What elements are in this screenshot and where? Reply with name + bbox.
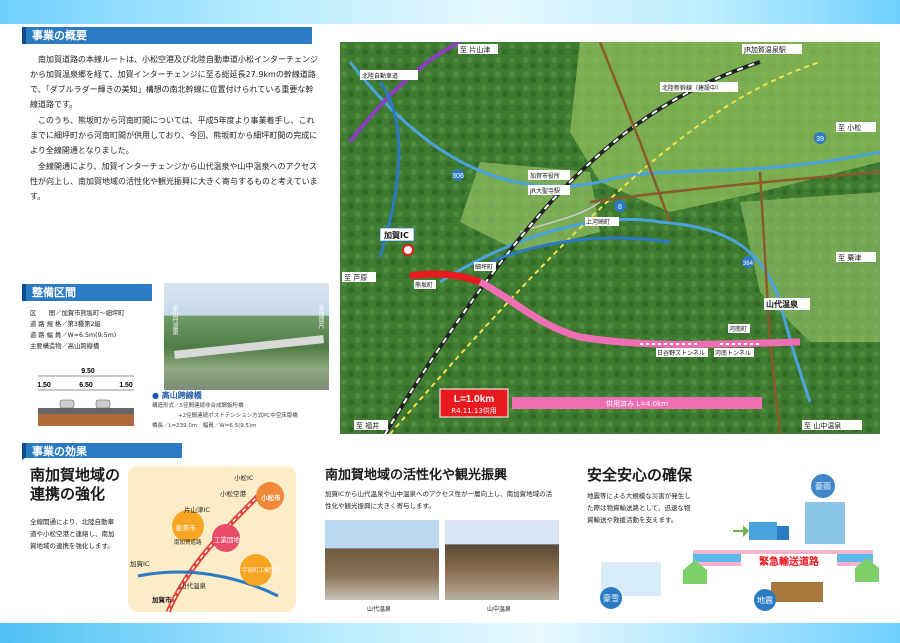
diag-label-kaga-ic: 加賀IC bbox=[130, 559, 150, 568]
existing-segment-label: 供用済み L=4.0km bbox=[606, 399, 668, 408]
label-kanan: 河南町 bbox=[729, 325, 747, 333]
dims-total: 9.50 bbox=[81, 368, 95, 375]
bridge-caption-title: ● 高山跨線橋 bbox=[152, 391, 202, 400]
spec-row: 道 路 規 格／第3種第2級 bbox=[30, 321, 101, 328]
yamanaka-photo bbox=[445, 520, 559, 600]
effect-panel-connectivity: 南加賀地域の 連携の強化 全線開通により、北陸自動車道や小松空港と連絡し、南加賀… bbox=[22, 458, 304, 618]
diag-label-nomi: 能美市 bbox=[176, 523, 196, 532]
route-map: 306 8 364 39 至 片山津 JR加賀温泉駅 北陸新幹線（建設中） 北陸… bbox=[340, 42, 880, 434]
new-segment-length: L=1.0km bbox=[454, 394, 494, 405]
diag-label-industrial: 工業団地 bbox=[214, 535, 241, 544]
emergency-route-label: 緊急輸送道路 bbox=[759, 555, 820, 568]
route-shield-39: 39 bbox=[816, 136, 824, 143]
diag-label-komatsu-ic: 小松IC bbox=[234, 473, 254, 482]
dims-left: 1.50 bbox=[37, 382, 51, 389]
label-heavy-rain-badge: 豪雨 bbox=[815, 481, 831, 491]
spec-row: 区 間／加賀市熊坂町～細坪町 bbox=[30, 310, 125, 317]
spec-row: 道 路 幅 員／W=6.5m(9.5m) bbox=[30, 332, 117, 339]
label-kaga-ic: 加賀IC bbox=[383, 230, 409, 240]
effect2-title: 南加賀地域の活性化や観光振興 bbox=[325, 468, 508, 483]
effect2-text: 加賀ICから山代温泉や山中温泉へのアクセス性が一層向上し、南加賀地域の活性化や観… bbox=[325, 490, 553, 510]
overview-paragraph-2: このうち、熊坂町から河南町間については、平成5年度より事業着手し、これまでに細坪… bbox=[30, 116, 318, 155]
label-tunnel-1: 日谷野ズトンネル bbox=[657, 349, 705, 357]
effect1-title: 南加賀地域の 連携の強化 bbox=[30, 466, 121, 503]
label-earthquake: 地震 bbox=[757, 595, 773, 605]
bridge-caption-line: 構造形式／5径間連続非合成鋼鈑桁橋 bbox=[152, 403, 244, 409]
label-jr-kaga-onsen: JR加賀温泉駅 bbox=[743, 45, 786, 54]
yamanaka-caption: 山中温泉 bbox=[487, 606, 512, 613]
overview-paragraph-1: 南加賀道路の本線ルートは、小松空港及び北陸自動車道小松インターチェンジから加賀温… bbox=[30, 55, 318, 109]
spec-list: 区 間／加賀市熊坂町～細坪町 道 路 規 格／第3種第2級 道 路 幅 員／W=… bbox=[30, 308, 124, 352]
spec-row: 主要構造物／高山跨線橋 bbox=[30, 343, 100, 350]
label-city-hall: 加賀市役所 bbox=[530, 172, 560, 180]
diag-label-utani-industrial: 宇谷町工業団地 bbox=[242, 566, 281, 574]
effect-panel-safety: 安全安心の確保 地震等による大規模な災害が発生した際は物資輸送路として、迅速な物… bbox=[575, 458, 880, 618]
effect3-illustration: 緊急輸送道路 豪雨 豪雨 豪雪 地震 bbox=[600, 474, 879, 611]
label-yamashiro-onsen: 山代温泉 bbox=[766, 299, 799, 309]
diag-label-komatsu-airport: 小松空港 bbox=[220, 489, 247, 498]
bottom-decoration bbox=[0, 623, 900, 643]
bridge-caption-line: +2径間連続ポストテンション方式PC中空床版橋 bbox=[178, 413, 298, 419]
label-heavy-snow: 豪雪 bbox=[603, 593, 619, 603]
label-hosotsubo: 細坪町 bbox=[475, 263, 493, 271]
yamashiro-photo bbox=[325, 520, 439, 600]
cross-section-diagram: 9.50 1.50 6.50 1.50 bbox=[30, 365, 142, 430]
section-heading: 整備区間 bbox=[22, 284, 152, 301]
dims-center: 6.50 bbox=[79, 382, 93, 389]
effect1-diagram: 小松IC 小松空港 小松市 片山津IC 加賀IC 加賀市 山代温泉 南加賀道路 … bbox=[128, 466, 296, 612]
overview-heading: 事業の概要 bbox=[22, 27, 312, 44]
label-katayamazu: 至 片山津 bbox=[460, 45, 490, 54]
diag-label-minamikaga-road: 南加賀道路 bbox=[174, 538, 202, 546]
label-hokuriku-shinkansen: 北陸新幹線（建設中） bbox=[662, 84, 722, 92]
yamashiro-caption: 山代温泉 bbox=[367, 606, 392, 613]
new-segment-date: R4.11.13供用 bbox=[451, 406, 497, 415]
label-expressway: 北陸自動車道 bbox=[362, 72, 398, 80]
photo-label-left: 至山代温泉 bbox=[171, 305, 178, 335]
label-kaminoma: 上河崎町 bbox=[586, 218, 610, 226]
effect1-text: 全線開通により、北陸自動車道や小松空港と連絡し、南加賀地域の連携を強化します。 bbox=[30, 518, 115, 550]
bridge-road bbox=[173, 335, 325, 359]
overview-paragraph-3: 全線開通により、加賀インターチェンジから山代温泉や山中温泉へのアクセス性が向上し… bbox=[30, 162, 318, 201]
diag-label-kaga-city: 加賀市 bbox=[151, 595, 172, 604]
route-shield-8: 8 bbox=[618, 204, 622, 211]
label-kumasaka: 熊坂町 bbox=[415, 281, 433, 289]
bridge-photo: 至山代温泉 至加賀IC bbox=[164, 283, 329, 390]
diag-label-katayamazu-ic: 片山津IC bbox=[184, 505, 210, 514]
label-to-awazu: 至 粟津 bbox=[838, 254, 861, 262]
label-to-awara: 至 芦原 bbox=[344, 273, 367, 282]
top-decoration bbox=[0, 0, 900, 24]
bridge-caption-line: 橋長／L=239.0m 幅員／W=6.5(9.5)m bbox=[152, 423, 257, 429]
diag-label-yamashiro: 山代温泉 bbox=[180, 581, 207, 590]
label-daishoji: JR大聖寺駅 bbox=[529, 187, 560, 195]
effect-panel-tourism: 南加賀地域の活性化や観光振興 加賀ICから山代温泉や山中温泉へのアクセス性が一層… bbox=[317, 458, 565, 618]
overview-text: 南加賀道路の本線ルートは、小松空港及び北陸自動車道小松インターチェンジから加賀温… bbox=[30, 52, 320, 205]
label-to-yamanaka: 至 山中温泉 bbox=[804, 421, 841, 430]
route-shield-364: 364 bbox=[743, 261, 754, 267]
photo-label-right: 至加賀IC bbox=[317, 305, 324, 329]
label-to-fukui: 至 福井 bbox=[356, 421, 379, 430]
route-shield-306: 306 bbox=[452, 173, 464, 180]
diag-label-komatsu-city: 小松市 bbox=[260, 493, 281, 502]
label-tunnel-2: 河南トンネル bbox=[715, 349, 751, 357]
dims-right: 1.50 bbox=[119, 382, 133, 389]
bridge-caption: ● 高山跨線橋 構造形式／5径間連続非合成鋼鈑桁橋 +2径間連続ポストテンション… bbox=[152, 391, 298, 431]
label-to-komatsu: 至 小松 bbox=[838, 123, 861, 132]
